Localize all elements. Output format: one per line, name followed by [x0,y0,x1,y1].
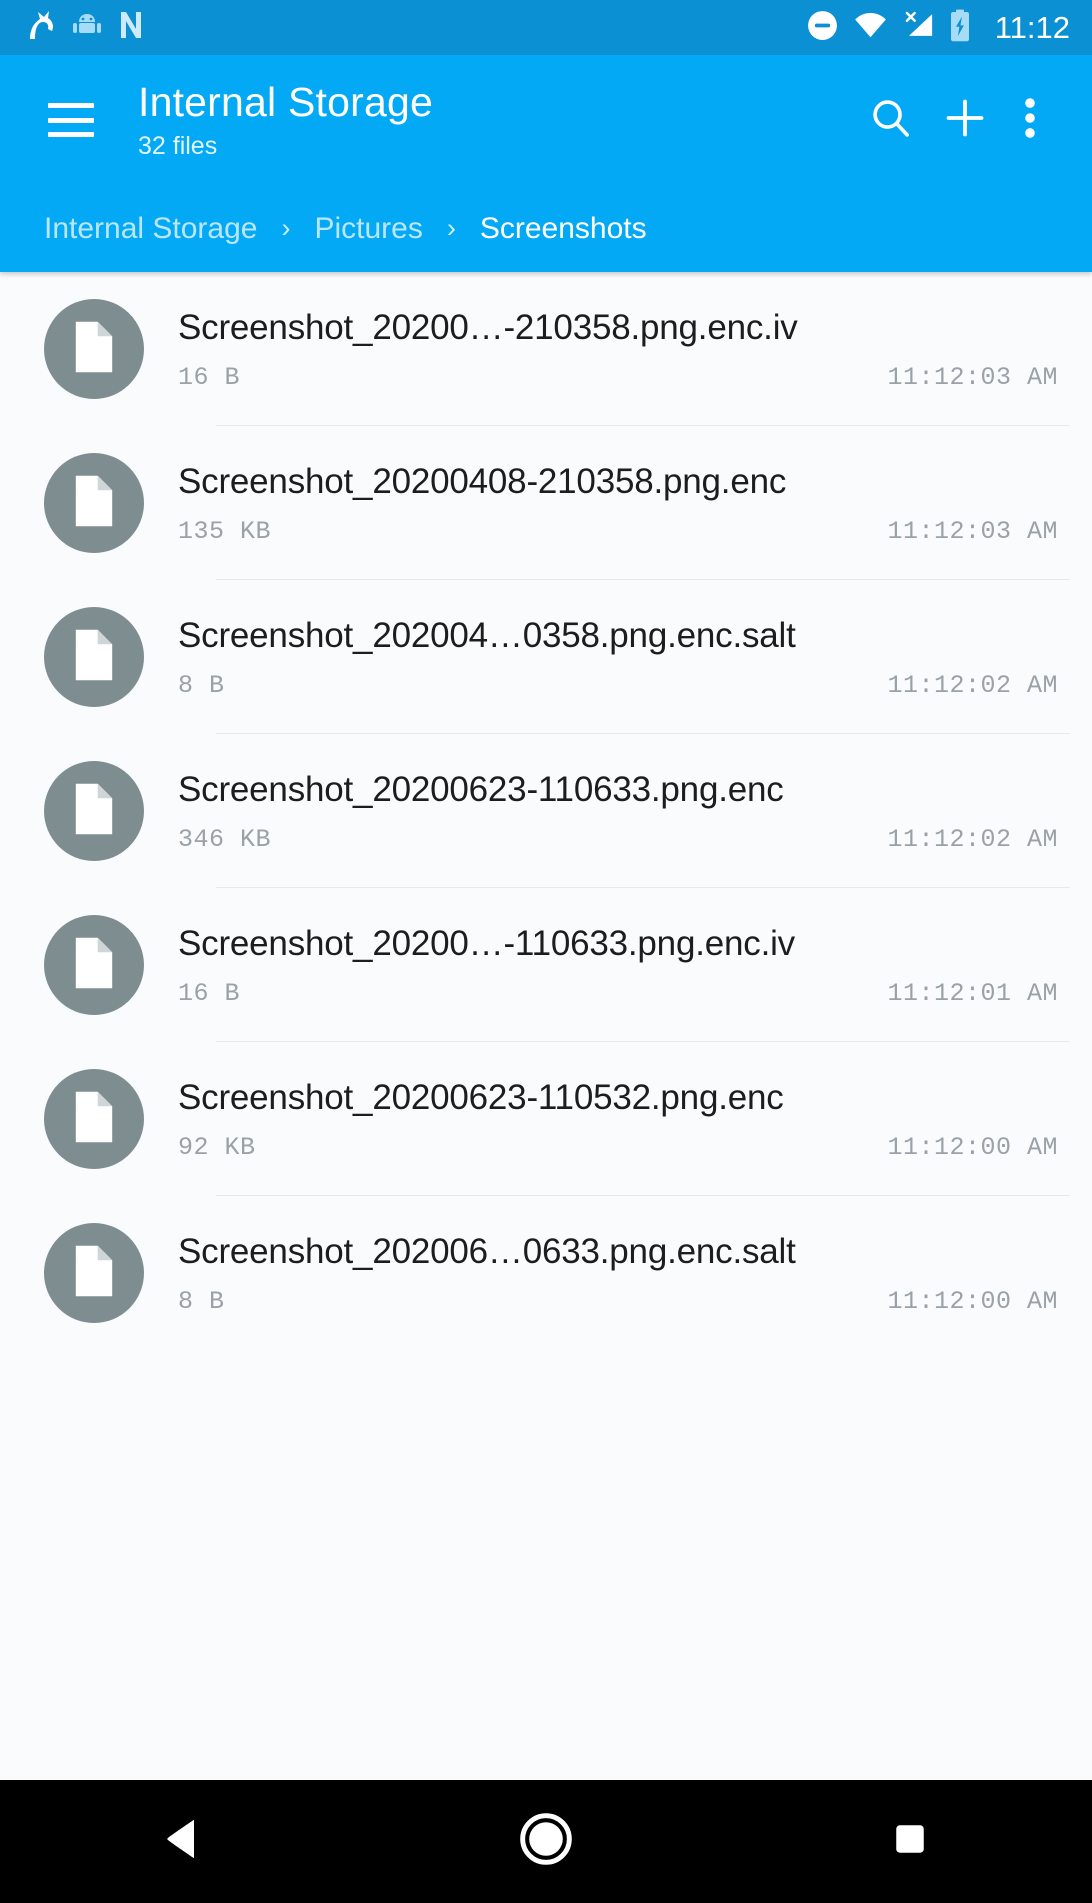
overflow-menu-button[interactable] [1002,83,1058,157]
nova-launcher-n-icon [118,10,144,45]
wifi-full-icon [853,10,888,45]
recents-square-icon [888,1817,932,1866]
file-meta: 16 B 11:12:01 AM [178,979,1058,1008]
file-time: 11:12:00 AM [887,1287,1058,1316]
file-time: 11:12:02 AM [887,671,1058,700]
file-document-icon [69,935,119,996]
home-circle-icon [518,1811,574,1872]
file-name: Screenshot_20200…-110633.png.enc.iv [178,922,1058,966]
avatar [44,761,144,861]
file-row-body: Screenshot_202004…0358.png.enc.salt 8 B … [178,614,1058,700]
search-button[interactable] [854,83,928,157]
file-size: 8 B [178,671,225,700]
table-row[interactable]: Screenshot_20200623-110532.png.enc 92 KB… [0,1042,1092,1196]
file-name: Screenshot_202006…0633.png.enc.salt [178,1230,1058,1274]
breadcrumb-separator: › [423,213,480,244]
page-subtitle: 32 files [138,129,433,163]
file-row-body: Screenshot_20200623-110633.png.enc 346 K… [178,768,1058,854]
file-name: Screenshot_20200408-210358.png.enc [178,460,1058,504]
avatar [44,1223,144,1323]
file-time: 11:12:01 AM [887,979,1058,1008]
table-row[interactable]: Screenshot_20200623-110633.png.enc 346 K… [0,734,1092,888]
file-row-body: Screenshot_20200408-210358.png.enc 135 K… [178,460,1058,546]
add-button[interactable] [928,83,1002,157]
file-time: 11:12:03 AM [887,517,1058,546]
file-size: 8 B [178,1287,225,1316]
file-document-icon [69,473,119,534]
file-meta: 8 B 11:12:02 AM [178,671,1058,700]
android-robot-icon [72,13,102,42]
status-bar-status-icons: 11:12 [806,0,1070,55]
file-meta: 135 KB 11:12:03 AM [178,517,1058,546]
search-icon [868,95,914,146]
file-meta: 346 KB 11:12:02 AM [178,825,1058,854]
file-meta: 16 B 11:12:03 AM [178,363,1058,392]
avatar [44,299,144,399]
breadcrumb-item-screenshots[interactable]: Screenshots [480,212,647,246]
do-not-disturb-icon [806,9,839,47]
status-bar: 11:12 [0,0,1092,55]
file-size: 92 KB [178,1133,256,1162]
file-size: 16 B [178,979,240,1008]
file-document-icon [69,1089,119,1150]
breadcrumb-separator: › [257,213,314,244]
navigation-bar [0,1780,1092,1903]
app-bar-title-block: Internal Storage 32 files [138,78,433,163]
avatar [44,915,144,1015]
table-row[interactable]: Screenshot_20200…-110633.png.enc.iv 16 B… [0,888,1092,1042]
file-row-body: Screenshot_20200…-210358.png.enc.iv 16 B… [178,306,1058,392]
file-size: 16 B [178,363,240,392]
app-bar-actions [854,55,1092,185]
file-name: Screenshot_202004…0358.png.enc.salt [178,614,1058,658]
back-button[interactable] [107,1780,257,1903]
overflow-menu-icon [1024,95,1036,146]
table-row[interactable]: Screenshot_20200…-210358.png.enc.iv 16 B… [0,272,1092,426]
status-bar-notifications [26,9,144,46]
breadcrumb-item-internal-storage[interactable]: Internal Storage [44,212,257,246]
file-row-body: Screenshot_20200623-110532.png.enc 92 KB… [178,1076,1058,1162]
hamburger-menu-icon[interactable] [48,103,94,137]
file-name: Screenshot_20200…-210358.png.enc.iv [178,306,1058,350]
file-size: 135 KB [178,517,271,546]
plus-icon [942,95,988,146]
breadcrumb-item-pictures[interactable]: Pictures [314,212,422,246]
file-document-icon [69,781,119,842]
table-row[interactable]: Screenshot_202006…0633.png.enc.salt 8 B … [0,1196,1092,1350]
back-triangle-icon [160,1815,204,1868]
cellular-no-sim-icon [902,10,935,45]
status-bar-clock: 11:12 [995,0,1070,55]
file-list[interactable]: Screenshot_20200…-210358.png.enc.iv 16 B… [0,272,1092,1780]
file-document-icon [69,627,119,688]
page-title: Internal Storage [138,78,433,126]
file-row-body: Screenshot_20200…-110633.png.enc.iv 16 B… [178,922,1058,1008]
file-time: 11:12:00 AM [887,1133,1058,1162]
home-button[interactable] [471,1780,621,1903]
breadcrumb: Internal Storage › Pictures › Screenshot… [0,185,1092,272]
app-bar: Internal Storage 32 files [0,55,1092,272]
avatar [44,607,144,707]
recents-button[interactable] [835,1780,985,1903]
avatar [44,453,144,553]
table-row[interactable]: Screenshot_202004…0358.png.enc.salt 8 B … [0,580,1092,734]
phone-screen: 11:12 Internal Storage 32 files [0,0,1092,1903]
battery-charging-icon [949,9,971,47]
file-name: Screenshot_20200623-110532.png.enc [178,1076,1058,1120]
table-row[interactable]: Screenshot_20200408-210358.png.enc 135 K… [0,426,1092,580]
file-time: 11:12:02 AM [887,825,1058,854]
file-meta: 92 KB 11:12:00 AM [178,1133,1058,1162]
file-document-icon [69,319,119,380]
file-row-body: Screenshot_202006…0633.png.enc.salt 8 B … [178,1230,1058,1316]
file-name: Screenshot_20200623-110633.png.enc [178,768,1058,812]
avatar [44,1069,144,1169]
app-bar-main-row: Internal Storage 32 files [0,55,1092,185]
file-meta: 8 B 11:12:00 AM [178,1287,1058,1316]
unicorn-app-icon [26,9,56,46]
file-document-icon [69,1243,119,1304]
file-time: 11:12:03 AM [887,363,1058,392]
file-size: 346 KB [178,825,271,854]
